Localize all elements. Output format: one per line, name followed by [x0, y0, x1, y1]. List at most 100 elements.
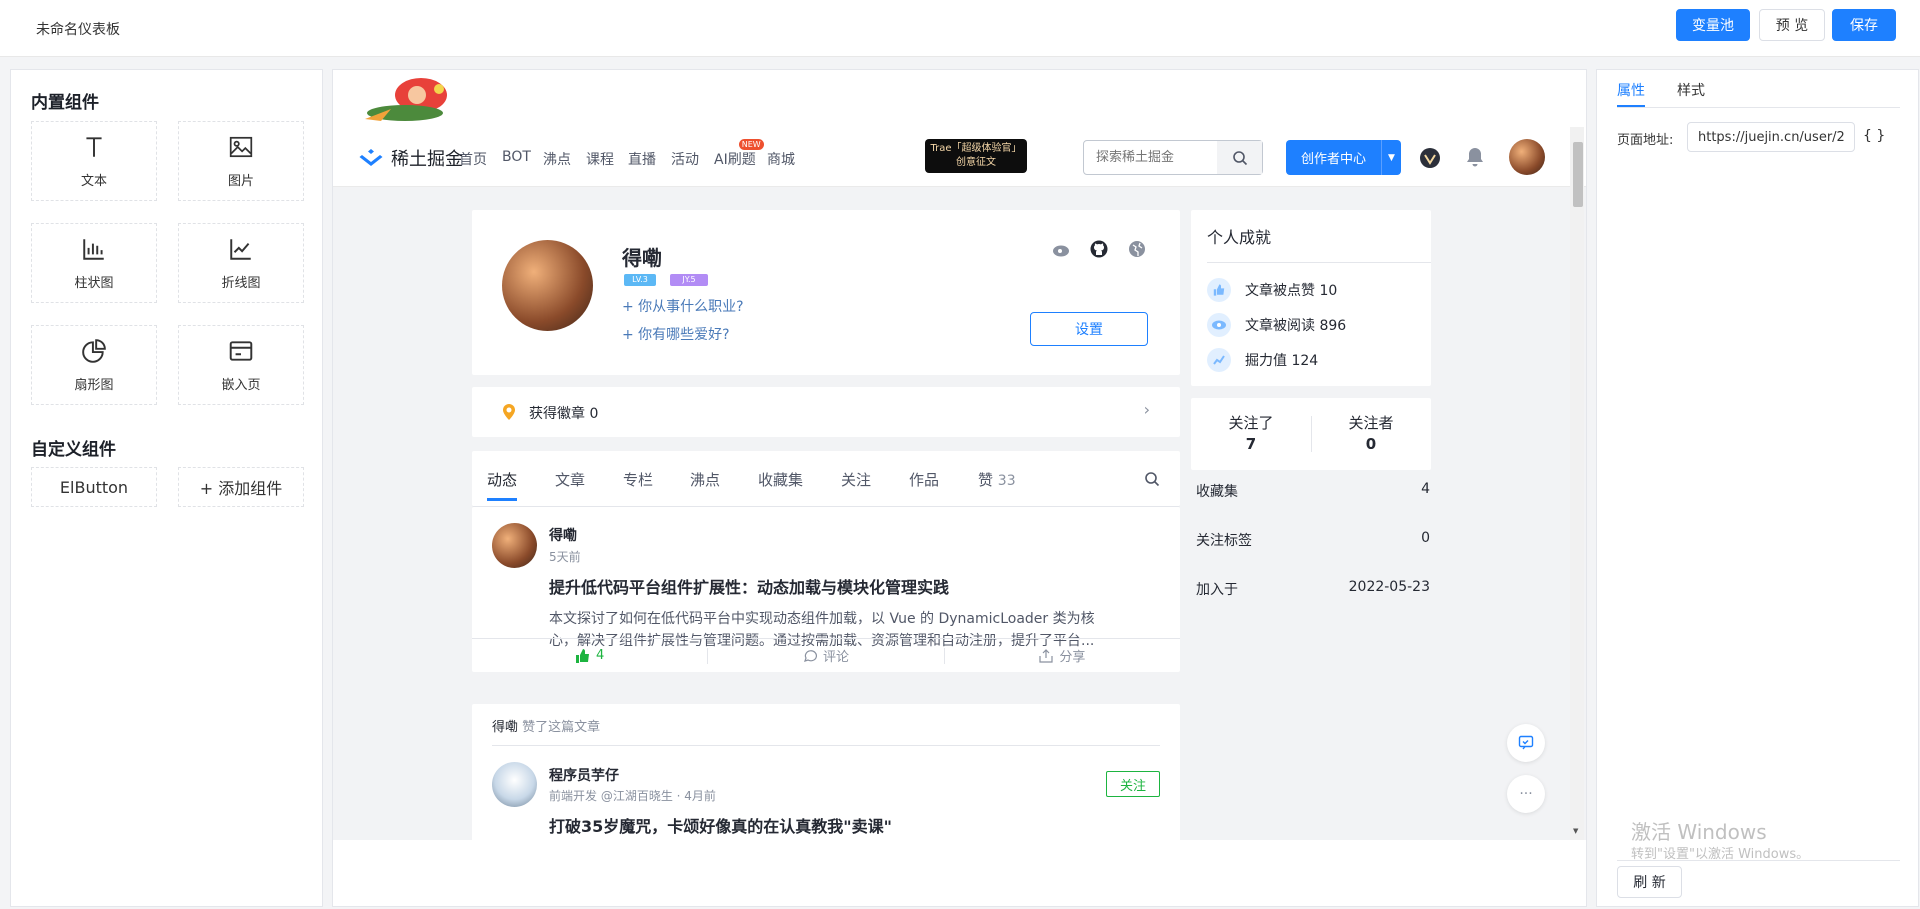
add-component-button[interactable]: + 添加组件: [178, 467, 304, 507]
post2-author-avatar[interactable]: [492, 762, 537, 807]
nav-bot[interactable]: BOT: [502, 149, 531, 165]
github-icon[interactable]: [1090, 240, 1108, 258]
feed-item-liked[interactable]: 得嘞 赞了这篇文章 程序员芋仔 前端开发 @江湖百晓生 · 4月前 关注 打破3…: [472, 704, 1180, 840]
liker-name[interactable]: 得嘞: [492, 720, 518, 735]
tab-pins[interactable]: 沸点: [690, 469, 720, 490]
liked-header: 得嘞 赞了这篇文章: [492, 716, 1160, 746]
add-hobby-link[interactable]: + 你有哪些爱好?: [622, 324, 730, 344]
medals-bar[interactable]: 获得徽章 0 ›: [472, 387, 1180, 437]
profile-avatar[interactable]: [502, 240, 593, 331]
windows-watermark-title: 激活 Windows: [1631, 820, 1767, 844]
tab-columns[interactable]: 专栏: [623, 469, 653, 490]
post2-author-name[interactable]: 程序员芋仔: [549, 765, 619, 785]
tab-style[interactable]: 样式: [1677, 80, 1705, 100]
post-author-avatar[interactable]: [492, 523, 537, 568]
active-tab-indicator: [487, 498, 517, 501]
component-label: 柱状图: [74, 275, 114, 291]
stat-collections[interactable]: 收藏集 4: [1196, 481, 1430, 505]
embedded-page[interactable]: 稀土掘金 首页 BOT 沸点 课程 直播 活动 AI刷题 NEW 商城 Trae「…: [333, 70, 1586, 840]
stat-value: 2022-05-23: [1348, 579, 1430, 595]
nav-events[interactable]: 活动: [671, 149, 699, 169]
stat-label: 加入于: [1196, 582, 1238, 598]
tab-following[interactable]: 关注: [841, 469, 871, 490]
follow-button[interactable]: 关注: [1106, 771, 1160, 797]
tab-articles[interactable]: 文章: [555, 469, 585, 490]
following-count: 7: [1245, 435, 1257, 453]
like-badge-icon: [1207, 278, 1231, 302]
medal-icon: [503, 404, 515, 420]
add-job-link[interactable]: + 你从事什么职业?: [622, 296, 744, 316]
iframe-scrollbar[interactable]: ▼: [1570, 127, 1584, 840]
top-bar: 未命名仪表板 变量池 预 览 保存: [0, 0, 1920, 57]
post2-title[interactable]: 打破35岁魔咒，卡颂好像真的在认真教我"卖课": [549, 813, 892, 837]
achievement-reads-text: 文章被阅读 896: [1245, 318, 1347, 334]
url-input[interactable]: [1687, 122, 1855, 152]
tab-collections[interactable]: 收藏集: [758, 469, 803, 490]
tab-works[interactable]: 作品: [909, 469, 939, 490]
weibo-icon[interactable]: [1052, 240, 1072, 258]
bar-chart-icon: [83, 238, 104, 260]
component-elbutton[interactable]: ElButton: [31, 467, 157, 507]
post-comment-button[interactable]: 评论: [708, 646, 943, 665]
search-icon: [1232, 150, 1247, 165]
variable-pool-button[interactable]: 变量池: [1676, 9, 1750, 41]
website-icon[interactable]: [1128, 240, 1146, 258]
nav-pins[interactable]: 沸点: [543, 149, 571, 169]
bell-icon[interactable]: [1465, 146, 1485, 168]
component-text[interactable]: 文本: [31, 121, 157, 201]
follow-stats-card: 关注了 7 关注者 0: [1191, 398, 1431, 470]
followers-stat[interactable]: 关注者 0: [1311, 412, 1431, 453]
feedback-button[interactable]: [1507, 724, 1545, 762]
text-icon: [86, 136, 102, 157]
tab-search-icon[interactable]: [1144, 471, 1160, 487]
nav-courses[interactable]: 课程: [586, 149, 614, 169]
following-stat[interactable]: 关注了 7: [1191, 412, 1311, 453]
more-button[interactable]: ···: [1507, 775, 1545, 813]
component-label: 图片: [227, 173, 254, 189]
post-time: 5天前: [549, 550, 581, 564]
component-line-chart[interactable]: 折线图: [178, 223, 304, 303]
feed-item[interactable]: 得嘞 5天前 提升低代码平台组件扩展性：动态加载与模块化管理实践 本文探讨了如何…: [472, 507, 1180, 672]
settings-button[interactable]: 设置: [1030, 312, 1148, 346]
post-share-button[interactable]: 分享: [945, 646, 1180, 665]
achievement-power-text: 掘力值 124: [1245, 353, 1319, 369]
component-pie-chart[interactable]: 扇形图: [31, 325, 157, 405]
refresh-button[interactable]: 刷 新: [1617, 866, 1682, 898]
component-bar-chart[interactable]: 柱状图: [31, 223, 157, 303]
search-button[interactable]: [1217, 141, 1262, 174]
post-author-name[interactable]: 得嘞: [549, 525, 577, 545]
user-avatar[interactable]: [1509, 139, 1545, 175]
component-embed[interactable]: 嵌入页: [178, 325, 304, 405]
thumbs-up-icon: [576, 648, 590, 663]
nav-live[interactable]: 直播: [628, 149, 656, 169]
braces-button[interactable]: { }: [1863, 128, 1885, 144]
trae-promo-banner[interactable]: Trae「超级体验官」 创意征文: [925, 139, 1027, 173]
trend-icon: [1207, 348, 1231, 372]
builtin-components-title: 内置组件: [31, 93, 99, 113]
followers-label: 关注者: [1348, 414, 1394, 432]
scrollbar-thumb[interactable]: [1573, 142, 1583, 207]
trae-line1: Trae「超级体验官」: [930, 143, 1022, 154]
preview-button[interactable]: 预 览: [1759, 9, 1825, 41]
vip-icon[interactable]: [1419, 147, 1441, 169]
followers-count: 0: [1365, 435, 1377, 453]
juejin-logo[interactable]: 稀土掘金: [357, 145, 463, 171]
nav-store[interactable]: 商城: [767, 149, 795, 169]
stat-tags[interactable]: 关注标签 0: [1196, 530, 1430, 554]
caret-down-icon[interactable]: ▼: [1381, 140, 1401, 175]
component-label: 文本: [80, 173, 107, 189]
component-image[interactable]: 图片: [178, 121, 304, 201]
scroll-down-arrow[interactable]: ▼: [1573, 827, 1578, 835]
tab-likes[interactable]: 赞 33: [978, 469, 1016, 490]
post-title[interactable]: 提升低代码平台组件扩展性：动态加载与模块化管理实践: [549, 574, 949, 598]
nav-ai[interactable]: AI刷题 NEW: [714, 139, 764, 169]
save-button[interactable]: 保存: [1832, 9, 1896, 41]
tab-properties[interactable]: 属性: [1617, 80, 1645, 100]
post-like-button[interactable]: 4: [472, 648, 707, 663]
new-badge: NEW: [738, 139, 764, 150]
nav-home[interactable]: 首页: [459, 149, 487, 169]
tab-activity[interactable]: 动态: [487, 469, 517, 490]
site-search-input[interactable]: [1084, 141, 1218, 174]
following-label: 关注了: [1228, 414, 1274, 432]
creator-center-button[interactable]: 创作者中心 ▼: [1286, 140, 1401, 175]
